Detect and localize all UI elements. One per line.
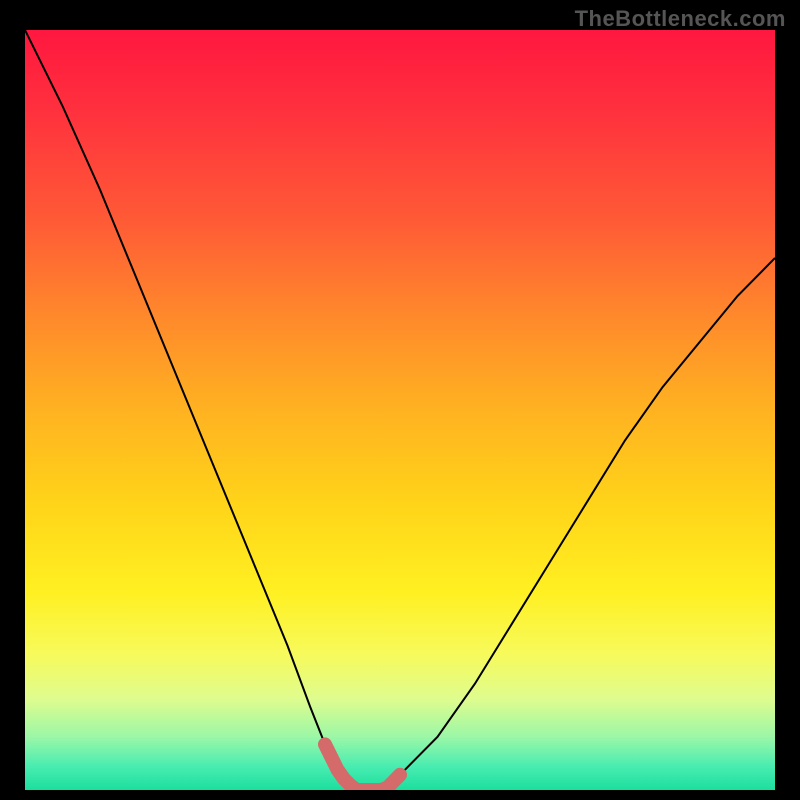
chart-frame: TheBottleneck.com bbox=[0, 0, 800, 800]
chart-svg bbox=[25, 30, 775, 790]
watermark-text: TheBottleneck.com bbox=[575, 6, 786, 32]
chart-plot-area bbox=[25, 30, 775, 790]
bottleneck-curve-line bbox=[25, 30, 775, 790]
optimal-range-highlight bbox=[325, 744, 400, 790]
